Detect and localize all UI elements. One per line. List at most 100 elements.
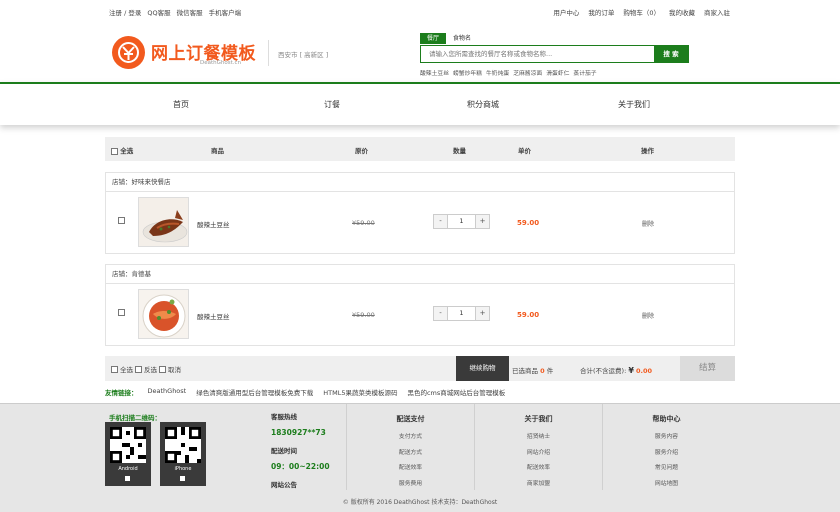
food-image[interactable] [138, 289, 189, 339]
food-image[interactable] [138, 197, 189, 247]
mobile-client-link[interactable]: 手机客户端 [209, 7, 242, 17]
site-footer: 手机扫描二维码： Android iPhone 客服热线 1830927**73… [0, 403, 840, 512]
hours-value: 09：00~22:00 [271, 462, 330, 471]
tab-food[interactable]: 食物名 [446, 33, 478, 44]
col-action: 操作 [641, 147, 654, 155]
footer-link[interactable]: 常见问题 [603, 462, 730, 471]
invert-label: 反选 [144, 366, 157, 374]
hot-keyword[interactable]: 芝麻酱凉面 [513, 68, 542, 77]
food-name[interactable]: 酸辣土豆丝 [197, 311, 230, 321]
hot-keyword[interactable]: 螃蟹炒年糕 [453, 68, 482, 77]
footer-link[interactable]: 服务介绍 [603, 447, 730, 456]
continue-shopping-button[interactable]: 继续购物 [456, 356, 509, 381]
main-nav: 首页 订餐 积分商城 关于我们 [0, 82, 840, 125]
hotline-number: 1830927**73 [271, 428, 326, 437]
select-all-checkbox[interactable] [111, 365, 118, 373]
total-price: 合计(不含运费): ¥ 0.00 [580, 365, 652, 375]
cart-link[interactable]: 购物车（0） [623, 7, 660, 17]
register-link[interactable]: 注册 [109, 9, 122, 17]
qr-iphone: iPhone [160, 422, 206, 486]
nav-about[interactable]: 关于我们 [618, 99, 650, 110]
login-link[interactable]: 登录 [128, 9, 141, 17]
footer-link[interactable]: 网站介绍 [475, 447, 602, 456]
selected-number: 0 [540, 367, 545, 375]
nav-home[interactable]: 首页 [173, 99, 189, 110]
user-center-link[interactable]: 用户中心 [553, 7, 579, 17]
cart-item-row: 酸辣土豆丝 ¥59.00 - 1 + 59.00 删除 [106, 284, 734, 345]
col-product: 商品 [211, 147, 224, 155]
qr-code-icon [110, 427, 146, 463]
select-all-checkbox[interactable] [111, 147, 118, 155]
footer-link[interactable]: 服务内容 [603, 431, 730, 440]
footer-col-payment: 配送支付 支付方式 配送方式 配送效率 服务费用 [346, 404, 474, 490]
my-orders-link[interactable]: 我的订单 [588, 7, 614, 17]
logo-icon [112, 36, 145, 69]
unit-price: 59.00 [517, 219, 540, 227]
hot-keyword[interactable]: 滑蛋虾仁 [546, 68, 569, 77]
invert-checkbox[interactable] [135, 365, 142, 373]
quantity-stepper: - 1 + [433, 306, 490, 321]
friend-links: 友情链接： DeathGhost 绿色清爽版通用型后台管理模板免费下载 HTML… [105, 387, 505, 397]
wechat-service-link[interactable]: 微信客服 [177, 7, 203, 17]
checkout-button[interactable]: 结算 [680, 356, 735, 381]
cart-header: 全选 商品 原价 数量 单价 操作 [105, 137, 735, 161]
selected-count: 已选商品 0 件 [512, 365, 553, 375]
friend-link[interactable]: DeathGhost [148, 387, 187, 397]
friend-link[interactable]: HTML5果蔬菜类模板源码 [323, 387, 397, 397]
city-selector[interactable]: 西安市 [ 高新区 ] [278, 49, 328, 59]
search-input[interactable] [421, 46, 655, 62]
delete-link[interactable]: 删除 [642, 219, 654, 228]
friend-links-title: 友情链接： [105, 389, 138, 397]
increase-button[interactable]: + [475, 306, 490, 321]
friend-link[interactable]: 绿色清爽版通用型后台管理模板免费下载 [196, 387, 313, 397]
increase-button[interactable]: + [475, 214, 490, 229]
quantity-input[interactable]: 1 [448, 306, 475, 321]
shop-block: 店铺：好味来快餐店 酸辣土豆丝 ¥59.00 - 1 + 59.00 删除 [105, 172, 735, 254]
footer-col-title: 配送支付 [396, 415, 425, 423]
nav-points-mall[interactable]: 积分商城 [467, 99, 499, 110]
yen-symbol: ¥ [628, 366, 634, 375]
copyright: © 版权所有 2016 DeathGhost 技术支持：DeathGhost [342, 499, 498, 506]
site-logo[interactable]: 网上订餐模板 DeathGhost.cn [112, 36, 272, 70]
qq-service-link[interactable]: QQ客服 [147, 7, 170, 17]
footer-link[interactable]: 网站地图 [603, 478, 730, 487]
divider [268, 40, 269, 66]
selection-controls: 全选 反选 取消 [111, 364, 181, 374]
hot-keyword[interactable]: 酸辣土豆丝 [420, 68, 449, 77]
quantity-stepper: - 1 + [433, 214, 490, 229]
site-notice[interactable]: 网站公告 [271, 479, 297, 489]
qr-title: 手机扫描二维码： [109, 414, 161, 422]
qr-label: iPhone [174, 466, 192, 472]
nav-order[interactable]: 订餐 [324, 99, 340, 110]
hot-keyword[interactable]: 蒸计茄子 [573, 68, 596, 77]
food-name[interactable]: 酸辣土豆丝 [197, 219, 230, 229]
footer-link[interactable]: 招贤纳士 [475, 431, 602, 440]
footer-link[interactable]: 商家加盟 [475, 478, 602, 487]
footer-col-title: 关于我们 [524, 415, 553, 423]
quantity-input[interactable]: 1 [448, 214, 475, 229]
cart-item-row: 酸辣土豆丝 ¥59.00 - 1 + 59.00 删除 [106, 192, 734, 253]
merchant-join-link[interactable]: 商家入驻 [704, 7, 730, 17]
footer-col-title: 帮助中心 [652, 415, 681, 423]
favorites-link[interactable]: 我的收藏 [669, 7, 695, 17]
decrease-button[interactable]: - [433, 306, 448, 321]
search-button[interactable]: 搜 索 [654, 46, 688, 62]
top-bar-left: 注册 / 登录 QQ客服 微信客服 手机客户端 [109, 7, 241, 17]
item-checkbox[interactable] [118, 217, 125, 224]
footer-link[interactable]: 配送效率 [347, 462, 474, 471]
friend-link[interactable]: 黑色的cms商城网站后台管理模板 [407, 387, 505, 397]
cancel-checkbox[interactable] [159, 365, 166, 373]
selected-prefix: 已选商品 [512, 367, 538, 375]
item-checkbox[interactable] [118, 309, 125, 316]
footer-link[interactable]: 配送效率 [475, 462, 602, 471]
footer-link[interactable]: 配送方式 [347, 447, 474, 456]
apple-icon [180, 476, 185, 481]
hot-keyword[interactable]: 牛奶炖蛋 [486, 68, 509, 77]
footer-link[interactable]: 服务费用 [347, 478, 474, 487]
decrease-button[interactable]: - [433, 214, 448, 229]
search-box: 搜 索 [420, 45, 689, 63]
delete-link[interactable]: 删除 [642, 311, 654, 320]
footer-link[interactable]: 支付方式 [347, 431, 474, 440]
qr-code-icon [165, 427, 201, 463]
tab-restaurant[interactable]: 餐厅 [420, 33, 447, 44]
